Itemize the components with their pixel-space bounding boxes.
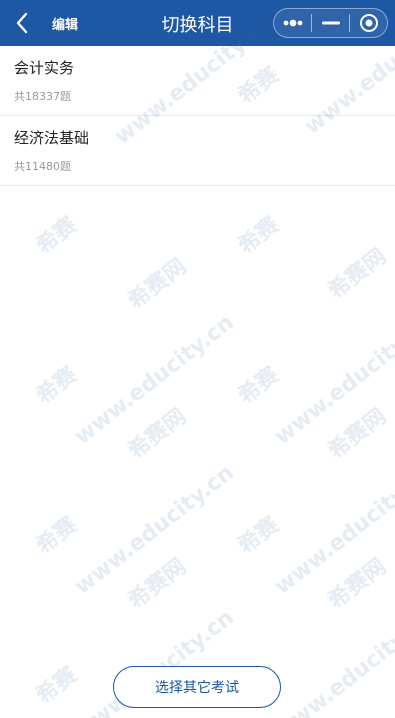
list-item[interactable]: 会计实务 共18337题: [0, 46, 395, 116]
navigation-bar: 编辑 切换科目: [0, 0, 395, 46]
watermark-text: 希赛: [31, 662, 82, 710]
watermark-text: 希赛网: [323, 404, 392, 465]
more-button[interactable]: [274, 9, 311, 37]
back-button[interactable]: [8, 9, 36, 37]
watermark-text: 希赛: [31, 362, 82, 410]
watermark-text: 希赛: [233, 512, 284, 560]
watermark-text: 希赛网: [323, 244, 392, 305]
list-item[interactable]: 经济法基础 共11480题: [0, 116, 395, 186]
mini-program-capsule: [273, 8, 388, 38]
watermark-text: 希赛: [233, 362, 284, 410]
close-circle-icon: [359, 14, 378, 32]
watermark-text: 希赛: [31, 212, 82, 260]
watermark-text: 希赛网: [123, 554, 192, 615]
edit-button[interactable]: 编辑: [52, 14, 78, 33]
question-count: 共11480题: [14, 160, 71, 173]
subject-list: 会计实务 共18337题 经济法基础 共11480题: [0, 46, 395, 186]
back-arrow-icon: [16, 12, 28, 34]
subject-name: 会计实务: [14, 59, 75, 77]
watermark-text: 希赛网: [123, 404, 192, 465]
minimize-icon: [321, 21, 340, 25]
minimize-button[interactable]: [312, 9, 349, 37]
watermark-text: www.educity.cn: [270, 310, 395, 450]
watermark-text: www.educity.cn: [70, 460, 239, 600]
close-button[interactable]: [350, 9, 387, 37]
subject-name: 经济法基础: [14, 129, 90, 147]
more-dots-icon: [283, 19, 302, 27]
watermark-text: www.educity.cn: [70, 310, 239, 450]
watermark-text: www.educity.cn: [270, 460, 395, 600]
watermark-text: www.educity.cn: [270, 605, 395, 718]
watermark-text: 希赛: [31, 512, 82, 560]
choose-other-exam-button[interactable]: 选择其它考试: [113, 666, 281, 708]
watermark-text: 希赛网: [323, 554, 392, 615]
watermark-text: 希赛网: [123, 254, 192, 315]
question-count: 共18337题: [14, 90, 71, 103]
watermark-text: 希赛: [233, 212, 284, 260]
